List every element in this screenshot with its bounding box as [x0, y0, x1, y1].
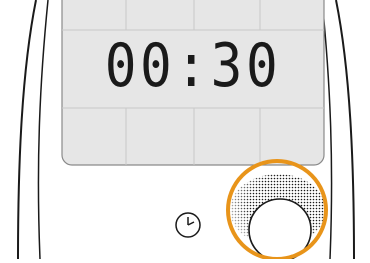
panel-inner-outline	[37, 0, 49, 260]
body-outline-right	[335, 0, 355, 260]
body-outline-left	[17, 0, 37, 260]
appliance-panel: 00:30	[0, 0, 370, 262]
timer-display: 00:30	[104, 31, 282, 101]
clock-icon	[175, 212, 201, 238]
